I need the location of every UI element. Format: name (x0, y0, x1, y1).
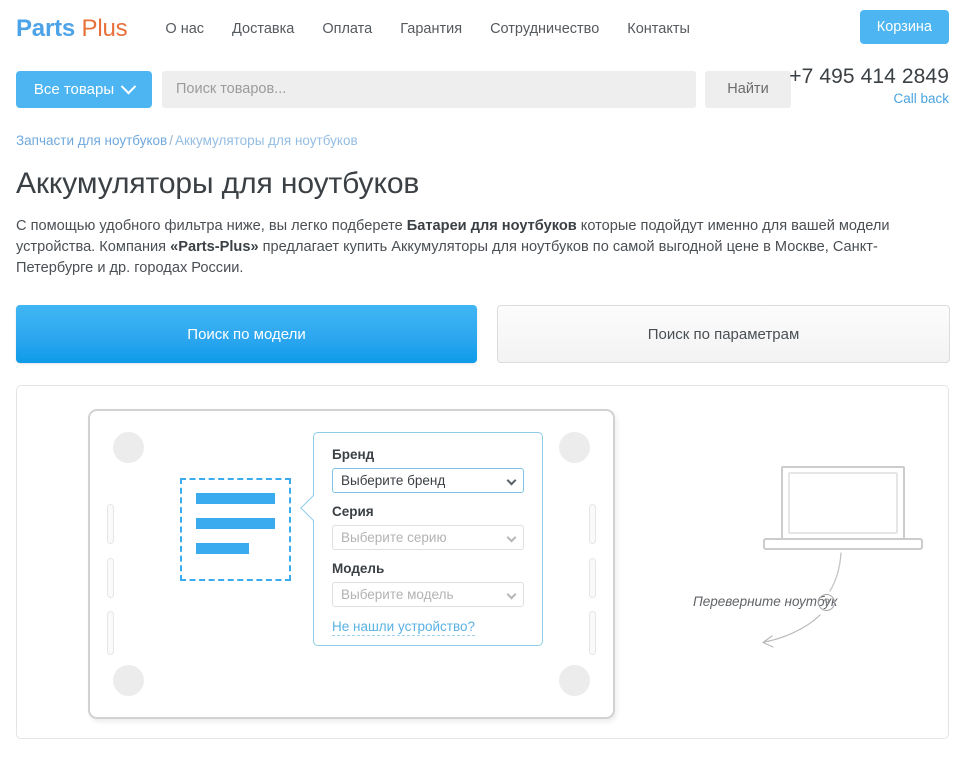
vent-icon (107, 558, 114, 598)
chevron-down-icon (121, 78, 137, 94)
vent-icon (107, 611, 114, 655)
breadcrumb-item-parts[interactable]: Запчасти для ноутбуков (16, 133, 167, 148)
page-description: С помощью удобного фильтра ниже, вы легк… (16, 216, 926, 279)
tab-search-by-model[interactable]: Поиск по модели (16, 305, 477, 363)
tab-search-by-parameters[interactable]: Поиск по параметрам (497, 305, 950, 363)
screw-icon (559, 432, 590, 463)
breadcrumb-item-current[interactable]: Аккумуляторы для ноутбуков (175, 133, 358, 148)
nav-item-partnership[interactable]: Сотрудничество (490, 21, 599, 37)
description-bold-company: «Parts-Plus» (170, 239, 258, 255)
phone-number[interactable]: +7 495 414 2849 (789, 65, 949, 89)
vent-icon (107, 504, 114, 544)
battery-label-hotspot[interactable] (180, 478, 291, 581)
search-mode-tabs: Поиск по модели Поиск по параметрам (16, 305, 949, 363)
chevron-down-icon (507, 476, 517, 486)
description-bold-batteries: Батареи для ноутбуков (407, 218, 577, 234)
series-label: Серия (332, 504, 524, 519)
breadcrumb: Запчасти для ноутбуков/Аккумуляторы для … (16, 133, 949, 148)
vent-icon (589, 558, 596, 598)
model-select[interactable]: Выберите модель (332, 582, 524, 607)
model-select-value: Выберите модель (341, 587, 453, 602)
logo[interactable]: Parts Plus (16, 15, 127, 43)
contact-block: +7 495 414 2849 Call back (789, 65, 949, 106)
model-finder-form: Бренд Выберите бренд Серия Выберите сери… (313, 432, 543, 646)
model-label: Модель (332, 561, 524, 576)
search-input[interactable] (162, 71, 696, 108)
chevron-down-icon (507, 590, 517, 600)
breadcrumb-separator: / (169, 133, 173, 148)
label-line-icon (196, 518, 275, 529)
tab-search-by-parameters-label: Поиск по параметрам (648, 326, 800, 343)
screw-icon (113, 432, 144, 463)
logo-parts: Parts (16, 15, 75, 42)
tab-search-by-model-label: Поиск по модели (187, 326, 305, 343)
screw-icon (559, 665, 590, 696)
brand-label: Бренд (332, 447, 524, 462)
brand-select[interactable]: Выберите бренд (332, 468, 524, 493)
flip-laptop-hint: Переверните ноутбук (693, 594, 837, 609)
nav-item-about[interactable]: О нас (165, 21, 204, 37)
page-title: Аккумуляторы для ноутбуков (16, 167, 949, 201)
call-back-link[interactable]: Call back (789, 91, 949, 106)
site-header: Parts Plus О нас Доставка Оплата Гаранти… (0, 0, 965, 57)
label-line-icon (196, 493, 275, 504)
logo-plus: Plus (82, 15, 128, 42)
help-icon[interactable]: ? (818, 594, 835, 611)
search-bar: Все товары Найти +7 495 414 2849 Call ba… (0, 57, 965, 121)
series-select-value: Выберите серию (341, 530, 447, 545)
open-laptop-illustration (762, 463, 965, 703)
all-products-label: Все товары (34, 81, 114, 98)
nav-item-contacts[interactable]: Контакты (627, 21, 690, 37)
cart-button[interactable]: Корзина (860, 10, 949, 44)
main-navigation: О нас Доставка Оплата Гарантия Сотруднич… (165, 21, 690, 37)
nav-item-warranty[interactable]: Гарантия (400, 21, 462, 37)
device-not-found-link[interactable]: Не нашли устройство? (332, 619, 475, 636)
chevron-down-icon (507, 533, 517, 543)
nav-item-delivery[interactable]: Доставка (232, 21, 294, 37)
all-products-dropdown[interactable]: Все товары (16, 71, 152, 108)
description-part-1: С помощью удобного фильтра ниже, вы легк… (16, 218, 407, 234)
vent-icon (589, 504, 596, 544)
find-button[interactable]: Найти (705, 71, 791, 108)
series-select[interactable]: Выберите серию (332, 525, 524, 550)
screw-icon (113, 665, 144, 696)
nav-item-payment[interactable]: Оплата (322, 21, 372, 37)
label-line-icon (196, 543, 249, 554)
brand-select-value: Выберите бренд (341, 473, 445, 488)
vent-icon (589, 611, 596, 655)
